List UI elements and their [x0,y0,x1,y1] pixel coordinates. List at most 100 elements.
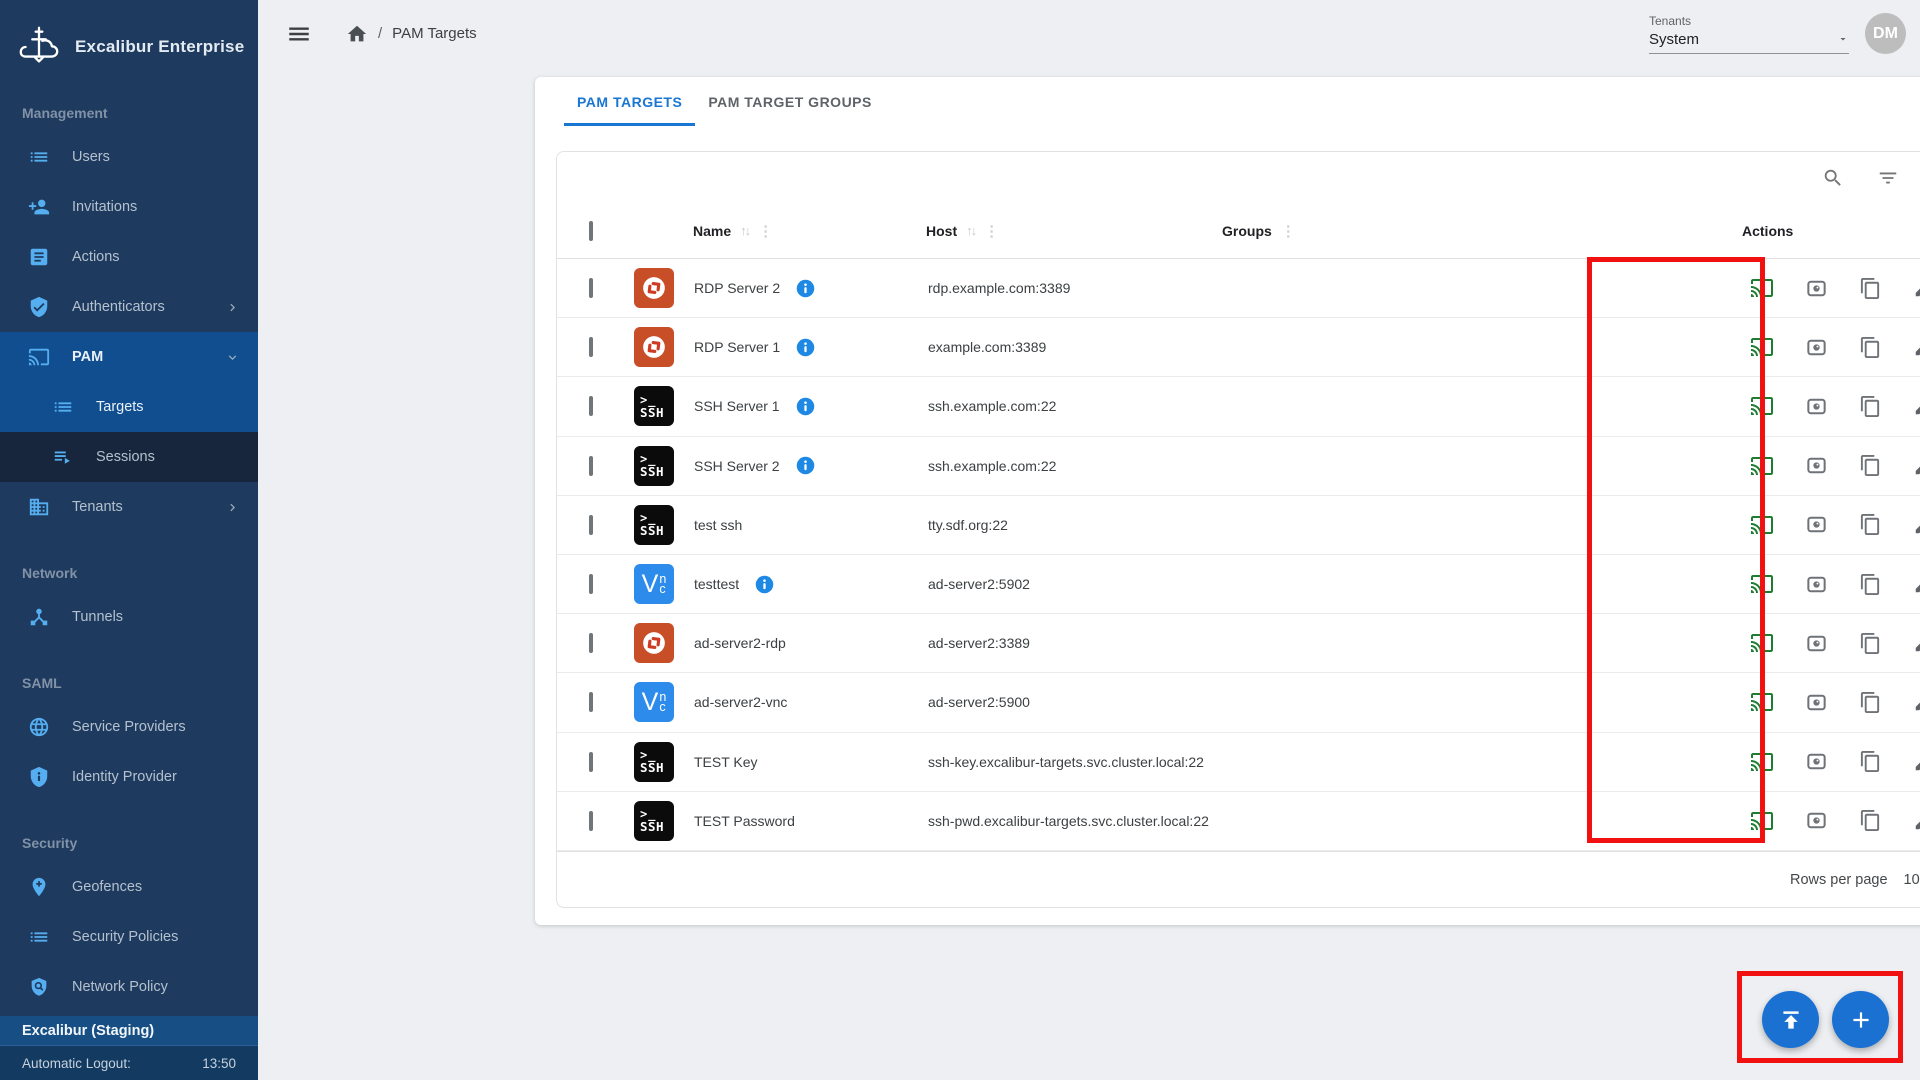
row-checkbox[interactable] [589,278,593,298]
target-host: tty.sdf.org:22 [926,517,1222,533]
sidebar-item-tenants[interactable]: Tenants [0,482,258,532]
sidebar-item-invitations[interactable]: Invitations [0,182,258,232]
sidebar-item-network-policy[interactable]: Network Policy [0,962,258,1012]
ssh-protocol-icon: >_SSH [634,801,674,841]
row-checkbox[interactable] [589,574,593,594]
filter-icon[interactable] [1877,167,1899,189]
column-menu-icon[interactable]: ⋮ [984,222,999,240]
info-icon[interactable] [795,337,816,358]
row-checkbox[interactable] [589,337,593,357]
info-icon[interactable] [795,278,816,299]
edit-icon[interactable] [1913,751,1920,773]
search-icon[interactable] [1822,167,1844,189]
connect-cast-icon[interactable] [1750,572,1774,596]
sort-icon[interactable]: ↑↓ [966,223,975,238]
copy-icon[interactable] [1859,395,1882,418]
vnc-protocol-icon: Vnc [634,682,674,722]
sidebar-item-authenticators[interactable]: Authenticators [0,282,258,332]
edit-icon[interactable] [1913,514,1920,536]
edit-icon[interactable] [1913,632,1920,654]
target-name: RDP Server 1 [694,339,780,355]
copy-icon[interactable] [1859,336,1882,359]
preview-icon[interactable] [1805,454,1828,477]
sidebar-item-tunnels[interactable]: Tunnels [0,592,258,642]
copy-icon[interactable] [1859,750,1882,773]
edit-icon[interactable] [1913,573,1920,595]
sidebar-item-actions[interactable]: Actions [0,232,258,282]
sidebar-item-service-providers[interactable]: Service Providers [0,702,258,752]
sidebar-item-sessions[interactable]: Sessions [0,432,258,482]
tab-pam-targets[interactable]: PAM TARGETS [564,77,695,126]
copy-icon[interactable] [1859,513,1882,536]
sidebar-item-identity-provider[interactable]: Identity Provider [0,752,258,802]
copy-icon[interactable] [1859,809,1882,832]
hamburger-menu-icon[interactable] [282,17,316,51]
copy-icon[interactable] [1859,632,1882,655]
tab-pam-target-groups[interactable]: PAM TARGET GROUPS [695,77,885,126]
preview-icon[interactable] [1805,336,1828,359]
connect-cast-icon[interactable] [1750,335,1774,359]
edit-icon[interactable] [1913,277,1920,299]
sidebar-item-security-policies[interactable]: Security Policies [0,912,258,962]
connect-cast-icon[interactable] [1750,513,1774,537]
edit-icon[interactable] [1913,395,1920,417]
targets-table-container: Name ↑↓ ⋮ Host ↑↓ ⋮ Groups ⋮ Actions [556,151,1920,908]
add-target-fab[interactable] [1832,991,1889,1048]
copy-icon[interactable] [1859,573,1882,596]
tenant-select[interactable]: Tenants System [1649,14,1849,54]
row-checkbox[interactable] [589,811,593,831]
home-icon[interactable] [346,23,368,45]
preview-icon[interactable] [1805,513,1828,536]
connect-cast-icon[interactable] [1750,276,1774,300]
sidebar-item-pam[interactable]: PAM [0,332,258,382]
connect-cast-icon[interactable] [1750,750,1774,774]
row-checkbox[interactable] [589,396,593,416]
connect-cast-icon[interactable] [1750,690,1774,714]
column-menu-icon[interactable]: ⋮ [1281,222,1296,240]
ssh-protocol-icon: >_SSH [634,505,674,545]
connect-cast-icon[interactable] [1750,631,1774,655]
connect-cast-icon[interactable] [1750,454,1774,478]
preview-icon[interactable] [1805,809,1828,832]
import-upload-fab[interactable] [1762,991,1819,1048]
edit-icon[interactable] [1913,691,1920,713]
table-row: RDP Server 2 rdp.example.com:3389 [557,259,1920,318]
info-icon[interactable] [795,396,816,417]
column-menu-icon[interactable]: ⋮ [758,222,773,240]
table-row: >_SSH test ssh tty.sdf.org:22 [557,496,1920,555]
sidebar-item-geofences[interactable]: Geofences [0,862,258,912]
select-all-checkbox[interactable] [589,221,593,241]
row-checkbox[interactable] [589,515,593,535]
column-header-groups: Groups [1222,223,1272,239]
plus-icon [1848,1007,1874,1033]
row-checkbox[interactable] [589,752,593,772]
row-checkbox[interactable] [589,456,593,476]
sidebar-item-targets[interactable]: Targets [0,382,258,432]
preview-icon[interactable] [1805,750,1828,773]
copy-icon[interactable] [1859,277,1882,300]
preview-icon[interactable] [1805,632,1828,655]
row-checkbox[interactable] [589,692,593,712]
sort-icon[interactable]: ↑↓ [740,223,749,238]
copy-icon[interactable] [1859,454,1882,477]
edit-icon[interactable] [1913,810,1920,832]
preview-icon[interactable] [1805,277,1828,300]
preview-icon[interactable] [1805,395,1828,418]
row-checkbox[interactable] [589,633,593,653]
target-name: test ssh [694,517,742,533]
sidebar-item-users[interactable]: Users [0,132,258,182]
preview-icon[interactable] [1805,573,1828,596]
copy-icon[interactable] [1859,691,1882,714]
rows-per-page-select[interactable]: 10 [1904,872,1920,888]
info-icon[interactable] [795,455,816,476]
connect-cast-icon[interactable] [1750,394,1774,418]
table-row: Vnc ad-server2-vnc ad-server2:5900 [557,673,1920,732]
info-icon[interactable] [754,574,775,595]
edit-icon[interactable] [1913,336,1920,358]
list-icon [28,926,50,948]
user-avatar[interactable]: DM [1865,13,1906,54]
target-name: SSH Server 2 [694,458,780,474]
edit-icon[interactable] [1913,455,1920,477]
connect-cast-icon[interactable] [1750,809,1774,833]
preview-icon[interactable] [1805,691,1828,714]
